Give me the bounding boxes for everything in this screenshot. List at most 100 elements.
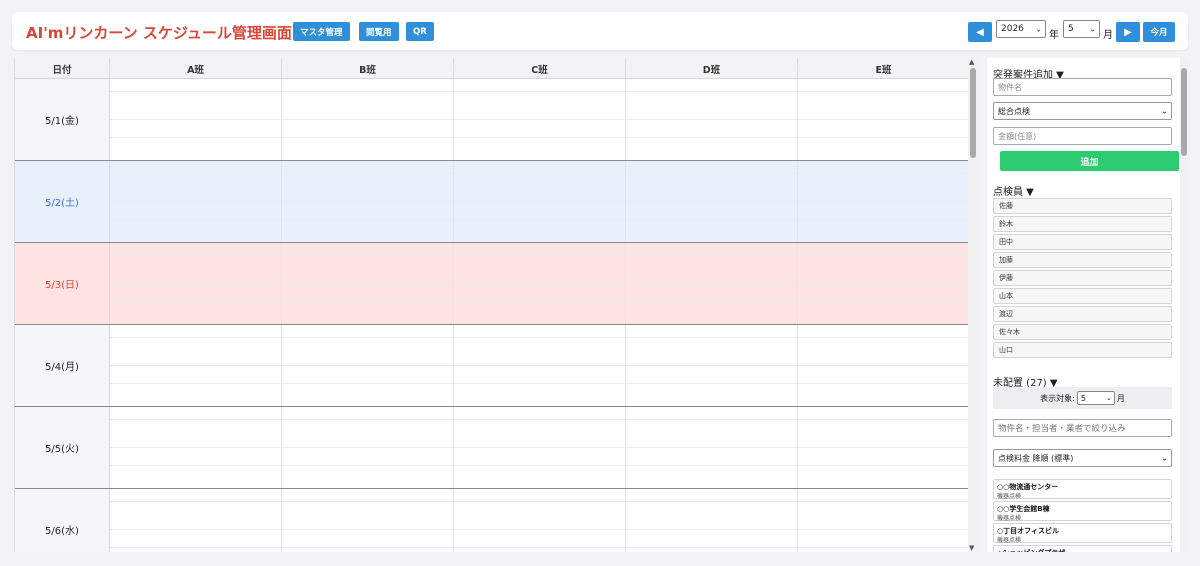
inspector-item[interactable]: 佐藤 (993, 198, 1172, 214)
cell-slot-line (626, 547, 797, 548)
inspector-item[interactable]: 鈴木 (993, 216, 1172, 232)
unplaced-sort-select[interactable]: 点検料金 降順 (標準) ⌄ (993, 449, 1172, 467)
cell-slot-line (798, 501, 968, 502)
schedule-cell[interactable] (454, 325, 626, 406)
schedule-cell[interactable] (110, 407, 282, 488)
scroll-up-icon[interactable]: ▲ (969, 58, 974, 66)
cell-slot-line (110, 173, 281, 174)
schedule-calendar: 日付 A班 B班 C班 D班 E班 5/1(金) 5/2(土) 5/3(日) 5/4(… (14, 58, 968, 552)
unplaced-item[interactable]: ○○学生会館B棟 機器点検 (993, 501, 1172, 522)
schedule-cell[interactable] (626, 407, 798, 488)
inspector-item[interactable]: 田中 (993, 234, 1172, 250)
schedule-cell[interactable] (626, 325, 798, 406)
calendar-scrollbar[interactable]: ▲ ▼ (968, 58, 978, 552)
cell-slot-line (626, 173, 797, 174)
scroll-thumb[interactable] (970, 68, 976, 158)
date-cell: 5/3(日) (15, 243, 110, 324)
unplaced-item[interactable]: ○丁目オフィスビル 機器点検 (993, 523, 1172, 544)
schedule-cell[interactable] (626, 489, 798, 552)
calendar-row: 5/5(火) (15, 407, 968, 489)
schedule-cell[interactable] (282, 161, 454, 242)
cell-slot-line (454, 529, 625, 530)
cell-slot-line (282, 337, 453, 338)
date-cell: 5/4(月) (15, 325, 110, 406)
schedule-cell[interactable] (798, 489, 968, 552)
schedule-cell[interactable] (110, 489, 282, 552)
schedule-cell[interactable] (110, 79, 282, 160)
month-label: 月 (1103, 30, 1113, 41)
unplaced-item[interactable]: △ショッピングプラザ (993, 545, 1172, 552)
cell-slot-line (454, 365, 625, 366)
this-month-button[interactable]: 今月 (1143, 22, 1175, 42)
cell-slot-line (626, 137, 797, 138)
qr-button[interactable]: QR (406, 22, 434, 41)
sidebar: 突発案件追加 ▼ 物件名 総合点検 ⌄ 金額(任意) 追加 点検員 ▼ 佐藤 鈴木田… (987, 58, 1180, 552)
column-header-b: B班 (282, 58, 454, 79)
inspector-item[interactable]: 加藤 (993, 252, 1172, 268)
inspection-type-select[interactable]: 総合点検 ⌄ (993, 102, 1172, 120)
schedule-cell[interactable] (798, 79, 968, 160)
cell-slot-line (282, 465, 453, 466)
cell-slot-line (798, 465, 968, 466)
chevron-down-icon: ⌄ (1035, 24, 1042, 34)
master-admin-button[interactable]: マスタ管理 (293, 22, 350, 41)
calendar-row: 5/2(土) (15, 161, 968, 243)
cell-slot-line (282, 447, 453, 448)
inspector-item[interactable]: 伊藤 (993, 270, 1172, 286)
schedule-cell[interactable] (110, 325, 282, 406)
schedule-cell[interactable] (110, 161, 282, 242)
inspector-item[interactable]: 佐々木 (993, 324, 1172, 340)
inspector-item[interactable]: 山口 (993, 342, 1172, 358)
prev-month-button[interactable]: ◀ (968, 22, 992, 42)
schedule-cell[interactable] (454, 161, 626, 242)
cell-slot-line (454, 283, 625, 284)
schedule-cell[interactable] (282, 325, 454, 406)
scroll-down-icon[interactable]: ▼ (969, 544, 974, 552)
schedule-cell[interactable] (454, 407, 626, 488)
schedule-cell[interactable] (454, 489, 626, 552)
unplaced-item[interactable]: ○○物流通センター 機器点検 (993, 479, 1172, 500)
cell-slot-line (626, 465, 797, 466)
date-cell: 5/5(火) (15, 407, 110, 488)
cell-slot-line (110, 465, 281, 466)
unplaced-month-select[interactable]: 5 ⌄ (1076, 391, 1115, 405)
schedule-cell[interactable] (282, 489, 454, 552)
next-arrow-icon: ▶ (1124, 26, 1132, 38)
schedule-cell[interactable] (282, 79, 454, 160)
schedule-cell[interactable] (626, 243, 798, 324)
inspector-item[interactable]: 山本 (993, 288, 1172, 304)
cell-slot-line (454, 219, 625, 220)
sidebar-scrollbar[interactable] (1180, 58, 1188, 552)
cell-slot-line (454, 547, 625, 548)
property-name-input[interactable]: 物件名 (993, 78, 1172, 96)
cell-slot-line (454, 91, 625, 92)
schedule-cell[interactable] (798, 243, 968, 324)
amount-input[interactable]: 金額(任意) (993, 127, 1172, 145)
inspector-item[interactable]: 渡辺 (993, 306, 1172, 322)
column-header-a: A班 (110, 58, 282, 79)
unplaced-search-input[interactable]: 物件名・担当者・業者で絞り込み (993, 419, 1172, 437)
sidebar-scroll-thumb[interactable] (1181, 68, 1187, 156)
schedule-cell[interactable] (798, 407, 968, 488)
schedule-cell[interactable] (798, 325, 968, 406)
schedule-cell[interactable] (282, 407, 454, 488)
next-month-button[interactable]: ▶ (1116, 22, 1140, 42)
schedule-cell[interactable] (798, 161, 968, 242)
cell-slot-line (110, 219, 281, 220)
add-button[interactable]: 追加 (1000, 151, 1179, 171)
schedule-cell[interactable] (454, 243, 626, 324)
cell-slot-line (282, 283, 453, 284)
cell-slot-line (798, 119, 968, 120)
chevron-down-icon: ⌄ (1105, 394, 1112, 402)
schedule-cell[interactable] (110, 243, 282, 324)
inspectors-section-title[interactable]: 点検員 ▼ (993, 183, 1034, 198)
cell-slot-line (798, 91, 968, 92)
schedule-cell[interactable] (282, 243, 454, 324)
view-mode-button[interactable]: 閲覧用 (359, 22, 399, 41)
year-select[interactable]: 2026 ⌄ (996, 20, 1046, 38)
schedule-cell[interactable] (454, 79, 626, 160)
unplaced-filter-bar: 表示対象: 5 ⌄ 月 (993, 387, 1172, 409)
month-select[interactable]: 5 ⌄ (1063, 20, 1100, 38)
schedule-cell[interactable] (626, 79, 798, 160)
schedule-cell[interactable] (626, 161, 798, 242)
